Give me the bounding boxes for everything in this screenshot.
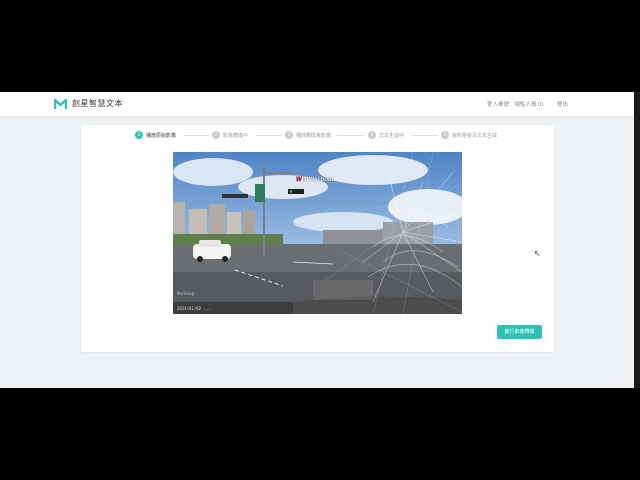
top-bar: 創星智慧文本 登入帳號：場點人員 01 登出 [0, 92, 634, 117]
step-1-label: 播放原始影像 [146, 133, 177, 139]
step-2-label: 影像轉換中 [223, 133, 249, 139]
convert-video-button[interactable]: 進行影像轉換 [497, 325, 542, 339]
app-brand: 創星智慧文本 [72, 99, 123, 108]
step-3-number: 3 [285, 131, 293, 139]
video-watermark: WOW!schout [296, 177, 334, 183]
step-connector [184, 135, 209, 136]
step-5-label: 資料更新及文本生成 [452, 133, 498, 139]
main-card: 1 播放原始影像 2 影像轉換中 3 播放轉換後影像 4 文本生成中 5 資料更… [81, 125, 554, 352]
step-4-number: 4 [368, 131, 376, 139]
video-player[interactable]: WOW!schout Parking 2024/01/02 ... [173, 152, 462, 314]
logo-icon [54, 98, 67, 109]
user-account: 登入帳號：場點人員 01 [487, 102, 545, 108]
video-osd-label: Parking [177, 291, 194, 296]
logout-link[interactable]: 登出 [557, 100, 568, 108]
step-3-label: 播放轉換後影像 [296, 133, 332, 139]
app-window: 創星智慧文本 登入帳號：場點人員 01 登出 1 播放原始影像 2 影像轉換中 … [0, 92, 634, 388]
step-connector [255, 135, 282, 136]
mouse-cursor-icon: ↖ [534, 249, 541, 258]
step-connector [411, 135, 438, 136]
step-connector [337, 135, 365, 136]
window-scrollbar[interactable] [634, 92, 640, 388]
watermark-rest: OW!schout [301, 177, 334, 183]
step-5-number: 5 [441, 131, 449, 139]
video-osd-timestamp: 2024/01/02 ... [177, 306, 211, 311]
step-4-label: 文本生成中 [379, 133, 405, 139]
step-1-number: 1 [135, 131, 143, 139]
step-2-number: 2 [212, 131, 220, 139]
